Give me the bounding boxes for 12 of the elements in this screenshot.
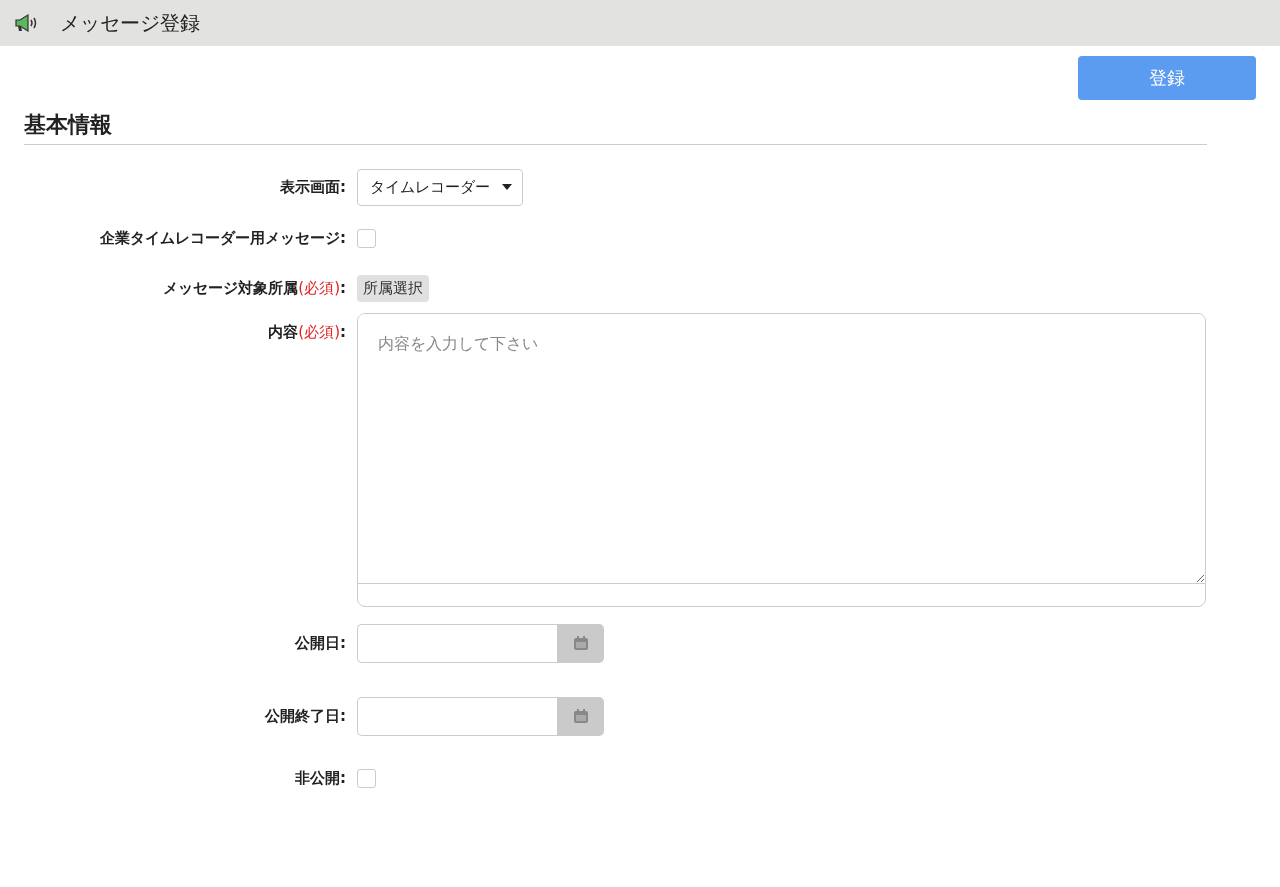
display-screen-select[interactable]: タイムレコーダー bbox=[357, 168, 523, 206]
page-title: メッセージ登録 bbox=[60, 9, 200, 37]
content-textarea[interactable]: 内容を入力して下さい bbox=[357, 313, 1206, 607]
field-label: 非公開: bbox=[295, 768, 346, 788]
field-label: メッセージ対象所属(必須): bbox=[163, 278, 346, 298]
field-label: 表示画面: bbox=[280, 177, 346, 197]
field-label: 公開終了日: bbox=[265, 707, 346, 726]
section-title: 基本情報 bbox=[24, 111, 113, 139]
field-label: 企業タイムレコーダー用メッセージ: bbox=[100, 228, 346, 248]
department-select-button[interactable]: 所属選択 bbox=[357, 274, 429, 302]
field-label: 公開日: bbox=[295, 634, 346, 653]
field-label: 内容(必須): bbox=[268, 322, 346, 342]
